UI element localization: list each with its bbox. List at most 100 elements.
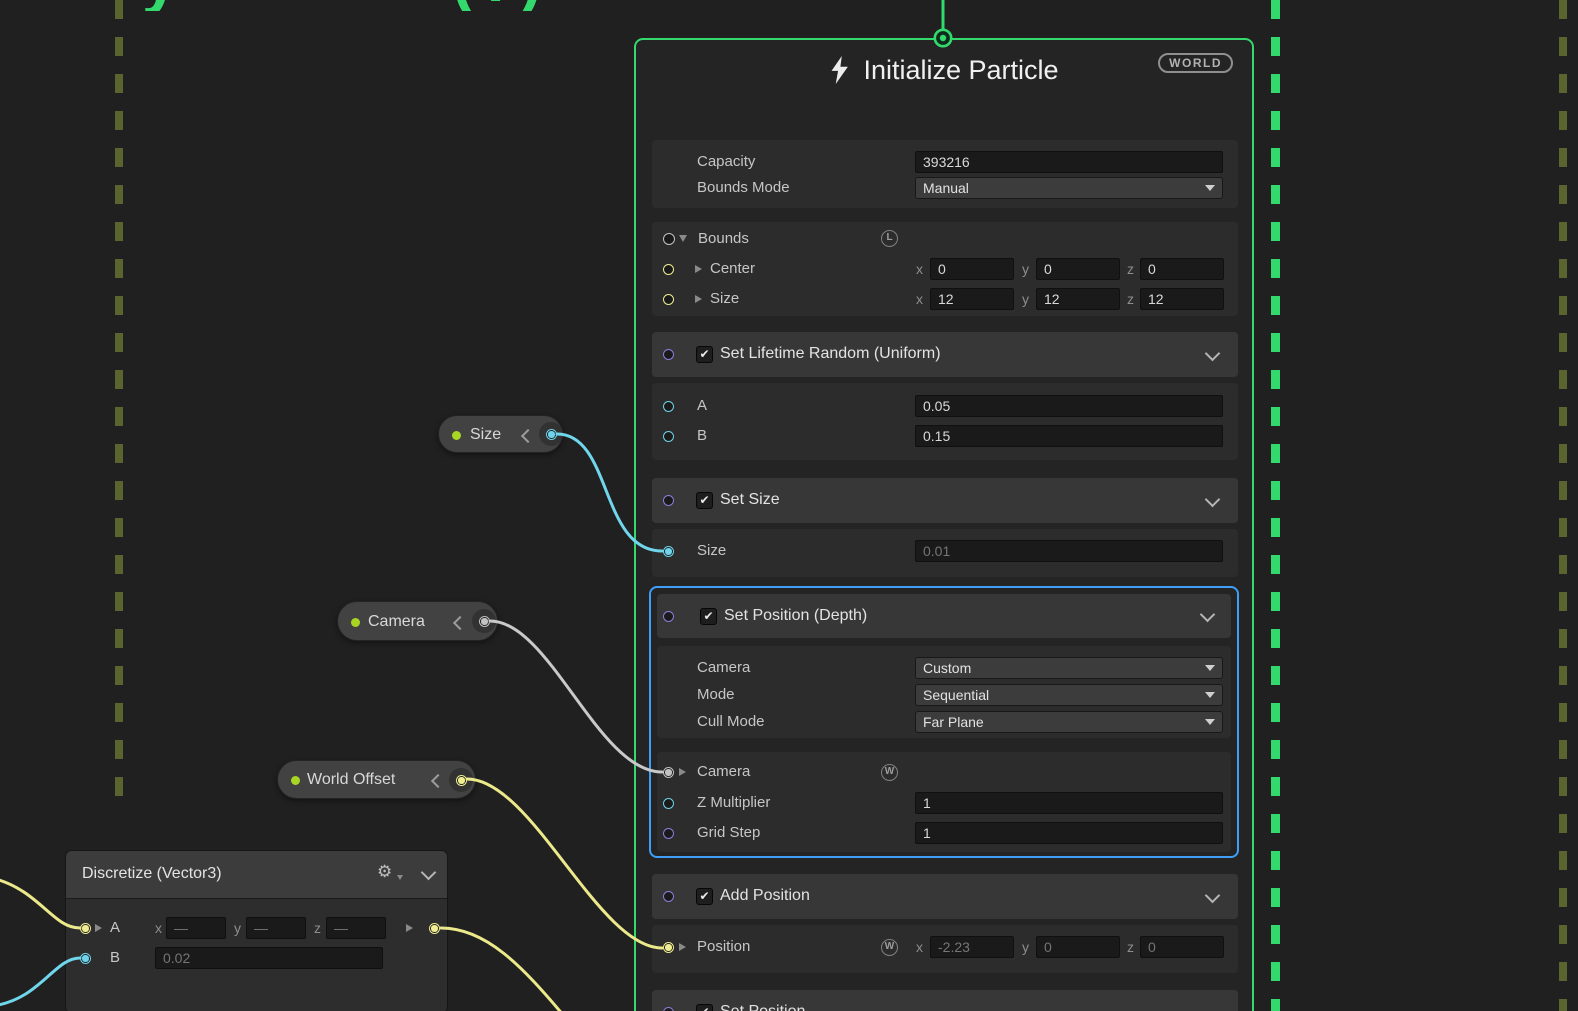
discretize-vector3-node[interactable]: Discretize (Vector3) ⚙ A x — y — z — B 0…: [65, 850, 448, 1011]
center-y-field[interactable]: 0: [1036, 258, 1120, 280]
gear-menu-arrow-icon[interactable]: [397, 875, 403, 880]
size-y-field[interactable]: 12: [1036, 288, 1120, 310]
block-activation-port[interactable]: [663, 891, 674, 902]
block-activation-port[interactable]: [663, 349, 674, 360]
collapse-chevron-icon[interactable]: [420, 864, 437, 881]
z-multiplier-field[interactable]: 1: [915, 792, 1223, 814]
parameter-pill-world-offset[interactable]: World Offset: [277, 760, 476, 799]
center-port[interactable]: [663, 264, 674, 275]
mode-setting-label: Mode: [697, 686, 735, 703]
size-output-port[interactable]: [546, 429, 557, 440]
dashed-wire-right-green: [1271, 0, 1280, 1011]
block-enabled-checkbox[interactable]: ✔: [696, 346, 713, 363]
output-expander-icon[interactable]: [406, 924, 413, 932]
block-enabled-checkbox[interactable]: ✔: [696, 1004, 713, 1011]
collapse-chevron-icon[interactable]: [1204, 491, 1221, 508]
space-badge[interactable]: WORLD: [1158, 53, 1233, 73]
bounds-mode-dropdown[interactable]: Manual: [915, 177, 1223, 199]
camera-dropdown-value: Custom: [923, 660, 972, 676]
block-activation-port[interactable]: [663, 1007, 674, 1011]
discretize-a-z-field[interactable]: —: [326, 917, 386, 939]
lifetime-b-field[interactable]: 0.15: [915, 425, 1223, 447]
bounds-port[interactable]: [663, 233, 675, 245]
world-space-badge[interactable]: W: [881, 939, 898, 956]
camera-dropdown[interactable]: Custom: [915, 657, 1223, 679]
center-z-field[interactable]: 0: [1140, 258, 1224, 280]
block-enabled-checkbox[interactable]: ✔: [700, 608, 717, 625]
position-input-port[interactable]: [663, 942, 674, 953]
block-header-partial[interactable]: ✔ Set Position: [652, 990, 1238, 1011]
discretize-b-input-port[interactable]: [80, 953, 91, 964]
collapse-left-chevron-icon[interactable]: [520, 428, 536, 444]
camera-input-port[interactable]: [663, 767, 674, 778]
size-z-field[interactable]: 12: [1140, 288, 1224, 310]
discretize-output-port[interactable]: [429, 923, 440, 934]
discretize-b-field[interactable]: 0.02: [155, 947, 383, 969]
position-x-field[interactable]: -2.23: [930, 936, 1014, 958]
center-expander-icon[interactable]: [695, 265, 702, 273]
axis-z-label: z: [314, 920, 321, 936]
block-activation-port[interactable]: [663, 611, 674, 622]
expander-icon[interactable]: [95, 924, 102, 932]
block-header-set-lifetime[interactable]: ✔ Set Lifetime Random (Uniform): [652, 332, 1238, 377]
capacity-field[interactable]: 393216: [915, 151, 1223, 173]
lifetime-b-label: B: [697, 427, 708, 444]
clipped-label-fragment: (?): [452, 0, 572, 11]
setsize-size-field[interactable]: 0.01: [915, 540, 1223, 562]
position-expander-icon[interactable]: [679, 943, 686, 951]
z-multiplier-port[interactable]: [663, 798, 674, 809]
local-space-badge[interactable]: L: [881, 230, 898, 247]
cull-mode-dropdown[interactable]: Far Plane: [915, 711, 1223, 733]
dropdown-arrow-icon: [1205, 692, 1215, 698]
center-x-field[interactable]: 0: [930, 258, 1014, 280]
collapse-chevron-icon[interactable]: [1199, 606, 1216, 623]
position-z-field[interactable]: 0: [1140, 936, 1224, 958]
block-enabled-checkbox[interactable]: ✔: [696, 492, 713, 509]
exposed-dot-icon: [452, 430, 461, 440]
camera-expander-icon[interactable]: [679, 768, 686, 776]
exposed-dot-icon: [291, 776, 300, 785]
block-enabled-checkbox[interactable]: ✔: [696, 888, 713, 905]
axis-z-label: z: [1127, 291, 1134, 307]
block-activation-port[interactable]: [663, 495, 674, 506]
block-header-add-position[interactable]: ✔ Add Position: [652, 874, 1238, 919]
grid-step-port[interactable]: [663, 828, 674, 839]
size-x-field[interactable]: 12: [930, 288, 1014, 310]
discretize-a-y-field[interactable]: —: [246, 917, 306, 939]
grid-step-field[interactable]: 1: [915, 822, 1223, 844]
bounds-expander-icon[interactable]: [679, 235, 687, 242]
camera-output-port[interactable]: [479, 616, 490, 627]
discretize-a-x-field[interactable]: —: [166, 917, 226, 939]
mode-dropdown[interactable]: Sequential: [915, 684, 1223, 706]
size-label: Size: [710, 290, 740, 307]
wire-discretize-out[interactable]: [439, 926, 564, 1011]
parameter-pill-size[interactable]: Size: [438, 415, 563, 453]
size-port[interactable]: [663, 294, 674, 305]
world-space-badge[interactable]: W: [881, 764, 898, 781]
block-header-set-position-depth[interactable]: ✔ Set Position (Depth): [657, 594, 1231, 638]
collapse-chevron-icon[interactable]: [1204, 887, 1221, 904]
collapse-left-chevron-icon[interactable]: [430, 773, 446, 789]
setsize-size-input-port[interactable]: [663, 546, 674, 557]
bounds-label: Bounds: [698, 230, 749, 247]
cull-mode-dropdown-value: Far Plane: [923, 714, 984, 730]
vfx-graph-canvas[interactable]: y (?) Discretize (Vector3) ⚙ A x — y — z…: [0, 0, 1578, 1011]
initialize-particle-node[interactable]: Initialize Particle WORLD Capacity 39321…: [634, 38, 1254, 1011]
world-offset-output-port[interactable]: [456, 775, 467, 786]
collapse-chevron-icon[interactable]: [1204, 345, 1221, 362]
position-y-field[interactable]: 0: [1036, 936, 1120, 958]
discretize-a-input-port[interactable]: [80, 923, 91, 934]
wire-worldoffset-to-position[interactable]: [465, 777, 664, 950]
lifetime-a-field[interactable]: 0.05: [915, 395, 1223, 417]
dropdown-arrow-icon: [1205, 185, 1215, 191]
position-label: Position: [697, 938, 751, 955]
size-expander-icon[interactable]: [695, 295, 702, 303]
lifetime-b-port[interactable]: [663, 431, 674, 442]
collapse-left-chevron-icon[interactable]: [452, 615, 468, 631]
gear-icon[interactable]: ⚙: [377, 862, 392, 882]
block-header-set-size[interactable]: ✔ Set Size: [652, 478, 1238, 523]
axis-z-label: z: [1127, 939, 1134, 955]
parameter-pill-camera[interactable]: Camera: [337, 601, 498, 641]
lifetime-a-port[interactable]: [663, 401, 674, 412]
discretize-header[interactable]: Discretize (Vector3) ⚙: [66, 851, 447, 899]
